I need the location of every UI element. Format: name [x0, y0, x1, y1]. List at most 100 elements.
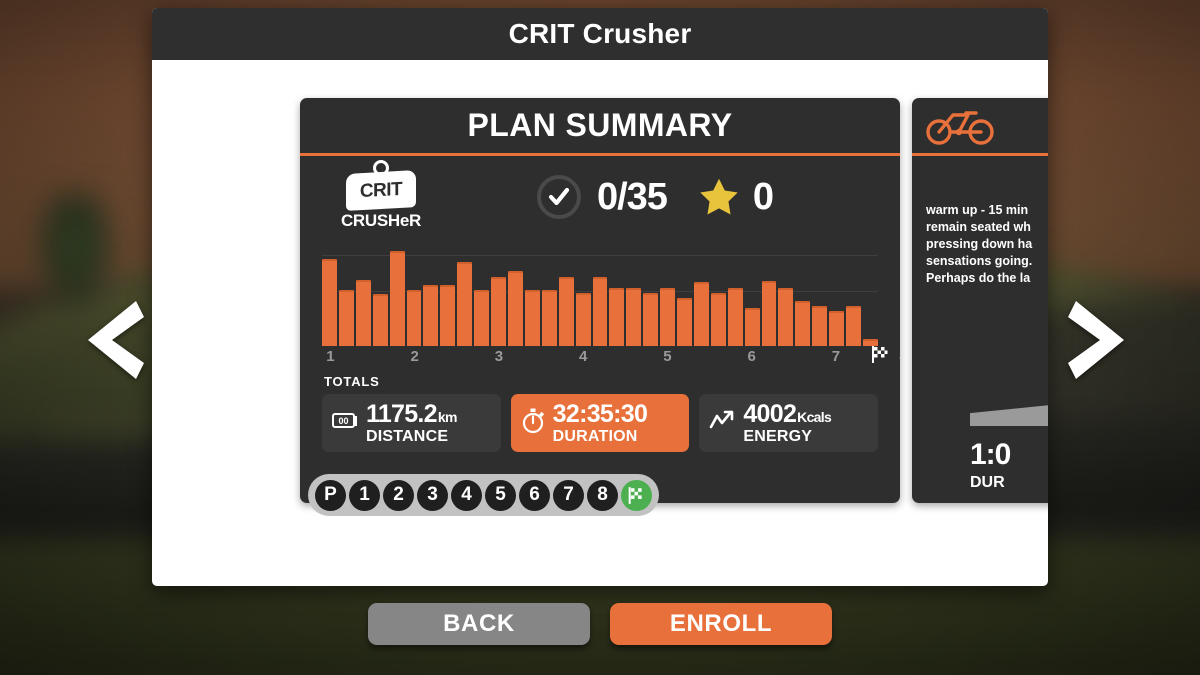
description-line: warm up - 15 min — [926, 203, 1029, 217]
chart-x-tick: 8 — [899, 348, 900, 365]
chart-bar — [322, 258, 337, 346]
chart-x-tick: 4 — [578, 348, 588, 365]
next-workout-body: warm up - 15 min remain seated wh pressing… — [912, 156, 1048, 500]
check-icon — [548, 187, 570, 206]
total-text: 1175.2 km DISTANCE — [366, 401, 457, 445]
chart-bar — [440, 285, 456, 346]
chart-bar — [507, 271, 523, 346]
chart-x-axis: 8 7 6 5 4 3 2 1 — [322, 346, 900, 368]
bicycle-icon — [926, 110, 994, 145]
chart-bar — [338, 289, 354, 346]
star-icon — [697, 176, 741, 218]
chart-bar — [643, 293, 659, 346]
next-workout-duration-label: DUR — [970, 474, 1005, 491]
totals-label: TOTALS — [324, 374, 380, 389]
back-button[interactable]: BACK — [368, 603, 590, 645]
chart-bar — [423, 285, 439, 346]
stopwatch-icon — [521, 408, 545, 439]
star-count: 0 — [752, 175, 774, 218]
pager-dot-5[interactable]: 5 — [485, 479, 516, 511]
chart-bar — [812, 306, 828, 346]
next-plan-button[interactable] — [1066, 295, 1130, 385]
total-text: 4002 Kcals ENERGY — [743, 399, 832, 445]
next-workout-panel[interactable]: warm up - 15 min remain seated wh pressing… — [912, 98, 1048, 503]
total-name: DURATION — [552, 427, 638, 445]
chart-bar — [355, 279, 371, 346]
kettlebell-body: CRIT — [346, 170, 416, 211]
pager-dot-6[interactable]: 6 — [519, 479, 550, 511]
chart-x-tick: 5 — [663, 348, 672, 365]
next-workout-description: warm up - 15 min remain seated wh pressing… — [926, 202, 1048, 286]
next-workout-header — [912, 98, 1048, 156]
plan-summary-header: PLAN SUMMARY — [300, 98, 900, 156]
plan-summary-panel: PLAN SUMMARY CRIT CRUSHeR 0/35 0 7 6 5 4… — [300, 98, 900, 503]
checkered-flag-icon — [628, 486, 642, 504]
chart-bar — [829, 311, 845, 346]
chart-bar — [406, 289, 422, 346]
chart-bar — [693, 282, 709, 346]
description-line: pressing down ha — [926, 236, 1033, 251]
total-card-energy: 4002 Kcals ENERGY — [699, 394, 879, 452]
chart-x-tick: 7 — [831, 348, 841, 365]
star-glyph — [700, 178, 738, 215]
next-workout-duration: 1:0 — [970, 438, 1011, 471]
pager-dot-3[interactable]: 3 — [417, 479, 448, 511]
page-title: CRIT Crusher — [152, 8, 1048, 60]
chart-bar — [457, 262, 473, 346]
plan-summary-stats-row: CRIT CRUSHeR 0/35 0 — [300, 156, 900, 238]
chart-bar — [541, 289, 557, 346]
chart-bar — [609, 287, 625, 346]
chart-x-tick: 1 — [326, 348, 335, 365]
chart-bar — [846, 306, 861, 346]
description-line: Perhaps do the la — [926, 270, 1031, 285]
pager-dot-8[interactable]: 8 — [587, 479, 618, 511]
chart-bar — [710, 293, 726, 346]
chart-bar — [575, 293, 591, 346]
total-name: DISTANCE — [366, 427, 449, 445]
pager-dot-finish[interactable] — [621, 479, 652, 511]
pager-dot-7[interactable]: 7 — [553, 479, 584, 511]
chart-bar — [660, 287, 676, 346]
chart-x-tick: 6 — [747, 348, 756, 365]
chart-bar — [474, 289, 490, 346]
chart-bar — [727, 287, 743, 346]
plan-progress-stats: 0/35 0 — [436, 175, 874, 219]
plan-dialog: CRIT Crusher PLAN SUMMARY CRIT CRUSHeR 0… — [152, 8, 1048, 586]
total-card-duration: 32:35:30 DURATION — [510, 394, 690, 452]
checkered-flag-icon — [872, 346, 888, 368]
chart-bar — [863, 338, 878, 346]
odometer-icon: 00 — [332, 411, 358, 436]
description-line: remain seated wh — [926, 219, 1031, 234]
previous-plan-button[interactable] — [82, 295, 146, 385]
chart-bar — [761, 280, 777, 346]
chart-bar — [524, 289, 540, 346]
chart-bar — [677, 297, 692, 346]
chevron-left-icon — [88, 301, 144, 379]
flag-glyph — [872, 346, 888, 363]
chart-bar — [389, 250, 405, 346]
total-name: ENERGY — [743, 427, 813, 445]
chart-bar — [592, 276, 608, 346]
pager-dot-1[interactable]: 1 — [349, 479, 380, 511]
chart-bar — [778, 287, 794, 346]
chart-bars — [322, 246, 878, 346]
chart-bar — [558, 276, 574, 346]
total-card-distance: 00 1175.2 km DISTANCE — [322, 394, 501, 452]
workout-bar-chart — [322, 246, 878, 346]
chart-bar — [744, 307, 760, 346]
plan-logo: CRIT CRUSHeR — [326, 160, 436, 231]
plan-logo-bottom-text: CRUSHeR — [340, 211, 422, 230]
pager-dot-p[interactable]: P — [315, 479, 346, 511]
svg-text:00: 00 — [338, 416, 348, 426]
plan-pager[interactable]: P12345678 — [308, 474, 659, 516]
total-value: 32:35:30 — [552, 399, 648, 428]
description-line: sensations going. — [926, 253, 1033, 268]
enroll-button[interactable]: ENROLL — [610, 603, 832, 645]
total-value: 4002 Kcals — [743, 399, 832, 428]
chart-bar — [372, 294, 388, 346]
check-circle-icon — [536, 175, 581, 219]
pager-dot-2[interactable]: 2 — [383, 479, 414, 511]
chevron-right-icon — [1068, 301, 1124, 379]
kettlebell-icon: CRIT — [342, 160, 420, 211]
pager-dot-4[interactable]: 4 — [451, 479, 482, 511]
